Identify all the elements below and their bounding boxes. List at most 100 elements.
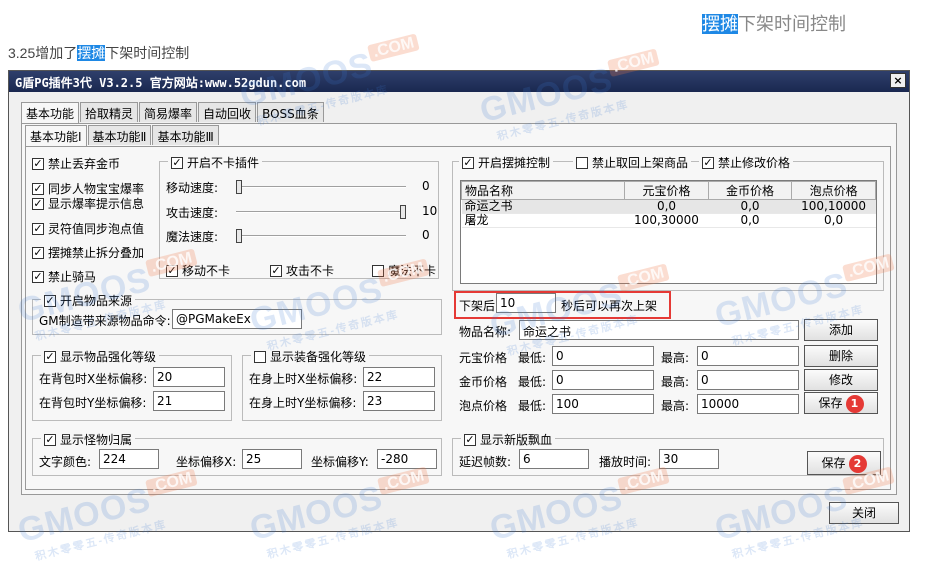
gold-max-label: 最高: (661, 375, 690, 389)
close-button[interactable]: 关闭 (829, 502, 899, 524)
checkbox-icon[interactable]: ✓ (32, 246, 44, 259)
tab-droprate[interactable]: 简易爆率 (139, 102, 198, 122)
slider-thumb[interactable] (236, 180, 242, 194)
bag-y-input[interactable]: 21 (153, 391, 225, 411)
subtab-basic-3[interactable]: 基本功能Ⅲ (152, 125, 219, 145)
stall-no-modify-check[interactable]: ✓ 禁止修改价格 (699, 154, 794, 171)
group-strengthen: ✓ 显示物品强化等级 在背包时X坐标偏移: 20 在背包时Y坐标偏移: 21 (32, 348, 232, 421)
play-time-input[interactable]: 30 (659, 449, 719, 469)
tab-boss-hp[interactable]: BOSS血条 (257, 102, 324, 122)
body-x-input[interactable]: 22 (363, 367, 435, 387)
text-color-label: 文字颜色: (39, 455, 92, 469)
pd-max-input[interactable]: 10000 (697, 394, 799, 414)
text-color-input[interactable]: 224 (99, 449, 159, 469)
gold-max-input[interactable]: 0 (697, 370, 799, 390)
tab-basic[interactable]: 基本功能 (21, 102, 80, 124)
slider-thumb[interactable] (400, 205, 406, 219)
checkbox-icon[interactable]: ✓ (32, 157, 44, 170)
checkbox-icon[interactable]: ✓ (166, 264, 178, 277)
magic-speed-slider[interactable] (236, 229, 406, 243)
attack-speed-slider[interactable] (236, 205, 406, 219)
item-name-label: 物品名称: (459, 325, 512, 339)
window-close-icon[interactable]: × (890, 73, 906, 88)
step-badge-2: 2 (848, 454, 867, 473)
checkbox-icon[interactable]: ✓ (32, 182, 44, 195)
group-nolag-label: 开启不卡插件 (187, 156, 260, 170)
checkbox-icon[interactable]: ✓ (44, 350, 56, 363)
group-equip-title[interactable]: 显示装备强化等级 (251, 348, 370, 365)
checkbox-icon[interactable] (576, 156, 588, 169)
check-no-ride[interactable]: ✓ 禁止骑马 (32, 268, 96, 285)
item-name-input[interactable]: 命运之书 (519, 320, 799, 340)
yb-max-input[interactable]: 0 (697, 346, 799, 366)
offset-y-input[interactable]: -280 (377, 449, 437, 469)
gold-price-label: 金币价格 (459, 375, 508, 389)
col-gold-price[interactable]: 金币价格 (707, 181, 793, 200)
gm-command-input[interactable]: @PGMakeEx (172, 309, 302, 329)
modify-button[interactable]: 修改 (804, 369, 878, 391)
slider-thumb[interactable] (236, 229, 242, 243)
checkbox-icon[interactable]: ✓ (171, 156, 183, 169)
intro-prefix: 3.25增加了 (8, 45, 78, 61)
checkbox-icon[interactable]: ✓ (702, 156, 714, 169)
offset-y-label: 坐标偏移Y: (311, 455, 369, 469)
group-strengthen-title[interactable]: ✓ 显示物品强化等级 (41, 348, 160, 365)
check-show-drop-info[interactable]: ✓ 显示爆率提示信息 (32, 195, 144, 212)
check-attack-nolag[interactable]: ✓ 攻击不卡 (270, 262, 334, 279)
check-talisman-sync[interactable]: ✓ 灵符值同步泡点值 (32, 220, 144, 237)
bag-x-input[interactable]: 20 (153, 367, 225, 387)
checkbox-icon[interactable]: ✓ (464, 433, 476, 446)
subtab-basic-2[interactable]: 基本功能Ⅱ (87, 125, 152, 145)
col-pd-price[interactable]: 泡点价格 (791, 181, 876, 200)
yb-min-label: 最低: (518, 351, 547, 365)
top-tabs: 基本功能 拾取精灵 简易爆率 自动回收 BOSS血条 (21, 102, 325, 124)
bag-y-label: 在背包时Y坐标偏移: (39, 396, 147, 410)
checkbox-icon[interactable]: ✓ (44, 294, 56, 307)
tab-recycle[interactable]: 自动回收 (198, 102, 257, 122)
checkbox-icon[interactable]: ✓ (32, 222, 44, 235)
stall-no-retrieve-check[interactable]: 禁止取回上架商品 (573, 154, 692, 171)
check-label: 摆摊禁止拆分叠加 (48, 246, 145, 260)
save-blood-button[interactable]: 保存 2 (807, 451, 881, 475)
offset-x-input[interactable]: 25 (242, 449, 302, 469)
save-stall-button[interactable]: 保存 1 (804, 392, 878, 414)
delay-frames-input[interactable]: 6 (519, 449, 589, 469)
col-item-name[interactable]: 物品名称 (460, 181, 626, 200)
checkbox-icon[interactable]: ✓ (32, 270, 44, 283)
col-yb-price[interactable]: 元宝价格 (624, 181, 709, 200)
table-row[interactable]: 命运之书 0,0 0,0 100,10000 (461, 199, 876, 214)
checkbox-icon[interactable]: ✓ (44, 433, 56, 446)
body-y-input[interactable]: 23 (363, 391, 435, 411)
checkbox-icon[interactable]: ✓ (32, 197, 44, 210)
checkbox-icon[interactable] (254, 350, 266, 363)
delist-seconds-input[interactable]: 10 (496, 293, 556, 313)
group-blood-title[interactable]: ✓ 显示新版飘血 (461, 431, 556, 448)
checkbox-icon[interactable]: ✓ (270, 264, 282, 277)
stall-open-label: 开启摆摊控制 (478, 156, 551, 170)
heading-highlight: 摆摊 (702, 14, 738, 34)
check-no-drop-gold[interactable]: ✓ 禁止丢弃金币 (32, 155, 120, 172)
group-equip: 显示装备强化等级 在身上时X坐标偏移: 22 在身上时Y坐标偏移: 23 (242, 348, 442, 421)
delist-prefix: 下架后 (459, 299, 496, 313)
stall-open-check[interactable]: ✓ 开启摆摊控制 (459, 154, 554, 171)
check-stall-no-split[interactable]: ✓ 摆摊禁止拆分叠加 (32, 244, 144, 261)
gold-min-input[interactable]: 0 (552, 370, 654, 390)
subtab-basic-1[interactable]: 基本功能Ⅰ (25, 125, 87, 147)
pd-min-input[interactable]: 100 (552, 394, 654, 414)
group-item-source-title[interactable]: ✓ 开启物品来源 (41, 292, 136, 309)
yb-min-input[interactable]: 0 (552, 346, 654, 366)
add-button[interactable]: 添加 (804, 319, 878, 341)
table-row[interactable]: 屠龙 100,30000 0,0 0,0 (461, 213, 876, 228)
tab-pickup[interactable]: 拾取精灵 (80, 102, 139, 122)
group-nolag-title[interactable]: ✓ 开启不卡插件 (168, 154, 263, 171)
cell-pd: 0,0 (791, 213, 876, 228)
group-monster-title[interactable]: ✓ 显示怪物归属 (41, 431, 136, 448)
checkbox-icon[interactable] (372, 264, 384, 277)
check-move-nolag[interactable]: ✓ 移动不卡 (166, 262, 230, 279)
checkbox-icon[interactable]: ✓ (462, 156, 474, 169)
check-label: 灵符值同步泡点值 (48, 222, 145, 236)
delete-button[interactable]: 删除 (804, 345, 878, 367)
move-speed-slider[interactable] (236, 180, 406, 194)
stall-item-list[interactable]: 物品名称 元宝价格 金币价格 泡点价格 命运之书 0,0 0,0 100,100… (460, 180, 877, 284)
check-magic-nolag[interactable]: 魔法不卡 (372, 262, 436, 279)
